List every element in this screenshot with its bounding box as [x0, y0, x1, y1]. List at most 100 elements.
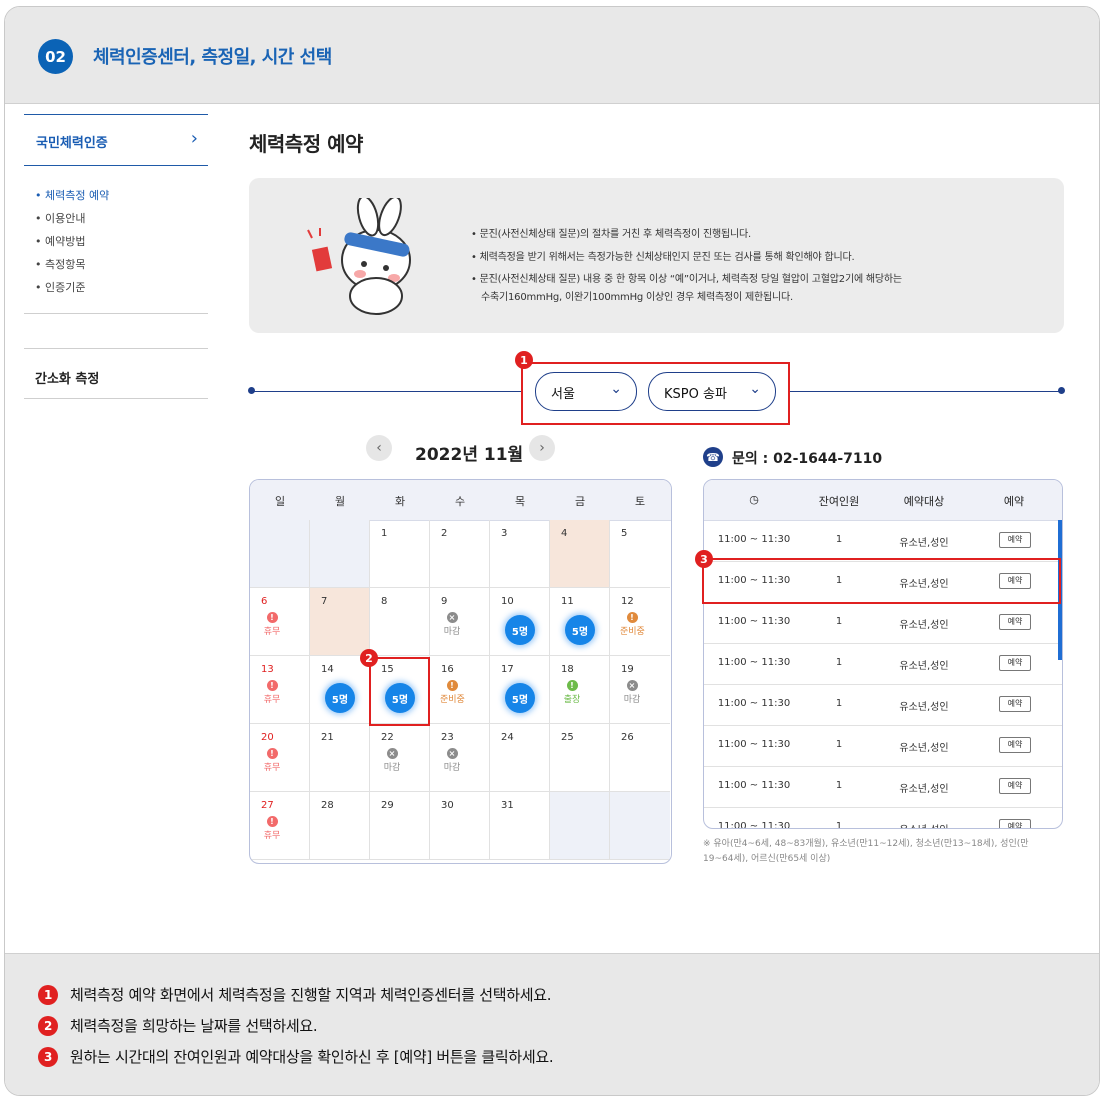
- calendar-day-cell[interactable]: 18! 출장: [550, 656, 610, 724]
- reserve-button[interactable]: 예약: [999, 696, 1031, 712]
- calendar-day-cell[interactable]: 11 5명: [550, 588, 610, 656]
- day-number: 19: [621, 664, 634, 675]
- line-dot: [1058, 387, 1065, 394]
- sidebar-subitem-method[interactable]: • 예약방법: [35, 233, 85, 249]
- day-number: 14: [321, 664, 334, 675]
- day-status: ! 준비중: [440, 680, 465, 705]
- day-status: × 마감: [620, 680, 644, 705]
- remaining-cell: 1: [835, 780, 843, 791]
- calendar-day-cell[interactable]: 3: [490, 520, 550, 588]
- region-select-value: 서울: [551, 387, 575, 402]
- instruction-badge: 2: [38, 1015, 58, 1036]
- calendar-day-cell[interactable]: 26: [610, 724, 670, 792]
- reserve-button[interactable]: 예약: [999, 655, 1031, 671]
- calendar-day-cell[interactable]: 20! 휴무: [250, 724, 310, 792]
- available-slot-badge[interactable]: 5명: [565, 615, 595, 645]
- calendar-day-cell[interactable]: 31: [490, 792, 550, 860]
- instruction-3: 3 원하는 시간대의 잔여인원과 예약대상을 확인하신 후 [예약] 버튼을 클…: [38, 1046, 554, 1067]
- reserve-button[interactable]: 예약: [999, 778, 1031, 794]
- calendar-day-cell[interactable]: 25: [550, 724, 610, 792]
- calendar-day-cell[interactable]: 22 × 마감: [370, 724, 430, 792]
- calendar-day-cell[interactable]: 16! 준비중: [430, 656, 490, 724]
- reserve-button[interactable]: 예약: [999, 819, 1031, 828]
- time-cell: 11:00 ~ 11:30: [717, 780, 791, 791]
- day-status: ! 출장: [560, 680, 584, 705]
- time-cell: 11:00 ~ 11:30: [717, 698, 791, 709]
- month-label: 2022년 11월: [415, 445, 524, 465]
- prev-month-button[interactable]: ‹: [366, 435, 392, 461]
- day-number: 2: [441, 528, 448, 539]
- sidebar-subitem-items[interactable]: • 측정항목: [35, 256, 85, 272]
- calendar-day-cell[interactable]: 1: [370, 520, 430, 588]
- day-number: 22: [381, 732, 394, 743]
- target-cell: 유소년,성인: [899, 784, 949, 795]
- highlight-box-2: [369, 657, 430, 726]
- day-status: × 마감: [380, 748, 404, 773]
- calendar-day-cell[interactable]: 10 5명: [490, 588, 550, 656]
- available-slot-badge[interactable]: 5명: [505, 683, 535, 713]
- calendar-day-cell[interactable]: 9 × 마감: [430, 588, 490, 656]
- reserve-button[interactable]: 예약: [999, 614, 1031, 630]
- sidebar-subitem-guide[interactable]: • 이용안내: [35, 210, 85, 226]
- calendar-day-cell[interactable]: 4: [550, 520, 610, 588]
- calendar-day-cell[interactable]: 21: [310, 724, 370, 792]
- sidebar-item-simple-measure[interactable]: 간소화 측정: [35, 368, 99, 387]
- calendar-day-cell[interactable]: 5: [610, 520, 670, 588]
- calendar-day-cell[interactable]: 30: [430, 792, 490, 860]
- day-status: ! 준비중: [620, 612, 645, 637]
- day-number: 17: [501, 664, 514, 675]
- weekday-label: 화: [394, 495, 406, 508]
- reserve-button[interactable]: 예약: [999, 532, 1031, 548]
- calendar-day-cell[interactable]: 19 × 마감: [610, 656, 670, 724]
- column-header-remaining: 잔여인원: [818, 495, 860, 508]
- day-number: 9: [441, 596, 448, 607]
- sidebar-subitem-reservation[interactable]: • 체력측정 예약: [35, 187, 109, 203]
- status-icon: !: [266, 816, 278, 827]
- calendar-day-cell[interactable]: 13! 휴무: [250, 656, 310, 724]
- time-cell: 11:00 ~ 11:30: [717, 739, 791, 750]
- day-number: 30: [441, 800, 454, 811]
- available-slot-badge[interactable]: 5명: [505, 615, 535, 645]
- table-row: 11:00 ~ 11:30 1 유소년,성인 예약: [704, 602, 1062, 644]
- day-status: ! 휴무: [260, 612, 284, 637]
- sidebar-divider: [24, 313, 208, 314]
- calendar-day-cell[interactable]: 12! 준비중: [610, 588, 670, 656]
- reserve-button[interactable]: 예약: [999, 737, 1031, 753]
- calendar-day-cell[interactable]: 7: [310, 588, 370, 656]
- calendar-day-cell[interactable]: 28: [310, 792, 370, 860]
- calendar-day-cell[interactable]: 17 5명: [490, 656, 550, 724]
- status-label: 준비중: [620, 627, 645, 637]
- calendar-day-cell[interactable]: 2: [430, 520, 490, 588]
- available-slot-badge[interactable]: 5명: [325, 683, 355, 713]
- line-dot: [248, 387, 255, 394]
- day-number: 7: [321, 596, 328, 607]
- day-number: 5: [621, 528, 628, 539]
- sidebar-subitem-criteria[interactable]: • 인증기준: [35, 279, 85, 295]
- status-icon: ×: [626, 680, 638, 691]
- calendar-day-cell[interactable]: 6! 휴무: [250, 588, 310, 656]
- status-icon: !: [566, 680, 578, 691]
- status-icon: !: [266, 612, 278, 623]
- table-row: 11:00 ~ 11:30 1 유소년,성인 예약: [704, 807, 1062, 828]
- day-number: 10: [501, 596, 514, 607]
- sidebar-divider: [24, 398, 208, 399]
- instruction-text: 체력측정을 희망하는 날짜를 선택하세요.: [70, 1017, 318, 1035]
- weekday-label: 수: [454, 495, 466, 508]
- time-cell: 11:00 ~ 11:30: [717, 534, 791, 545]
- calendar-day-cell[interactable]: 23 × 마감: [430, 724, 490, 792]
- sidebar-item-fitness-cert[interactable]: 국민체력인증 ›: [24, 114, 208, 166]
- step-badge-1: 1: [515, 351, 533, 369]
- day-number: 24: [501, 732, 514, 743]
- status-icon: !: [626, 612, 638, 623]
- calendar-day-cell[interactable]: 24: [490, 724, 550, 792]
- calendar-day-cell[interactable]: 14 5명: [310, 656, 370, 724]
- calendar-day-cell[interactable]: 8: [370, 588, 430, 656]
- calendar-day-cell[interactable]: 29: [370, 792, 430, 860]
- instruction-text: 체력측정 예약 화면에서 체력측정을 진행할 지역과 체력인증센터를 선택하세요…: [70, 986, 552, 1004]
- day-number: 3: [501, 528, 508, 539]
- region-select[interactable]: 서울 ⌄: [535, 372, 637, 411]
- calendar-day-cell[interactable]: 27! 휴무: [250, 792, 310, 860]
- center-select[interactable]: KSPO 송파 ⌄: [648, 372, 776, 411]
- next-month-button[interactable]: ›: [529, 435, 555, 461]
- day-status: ! 휴무: [260, 816, 284, 841]
